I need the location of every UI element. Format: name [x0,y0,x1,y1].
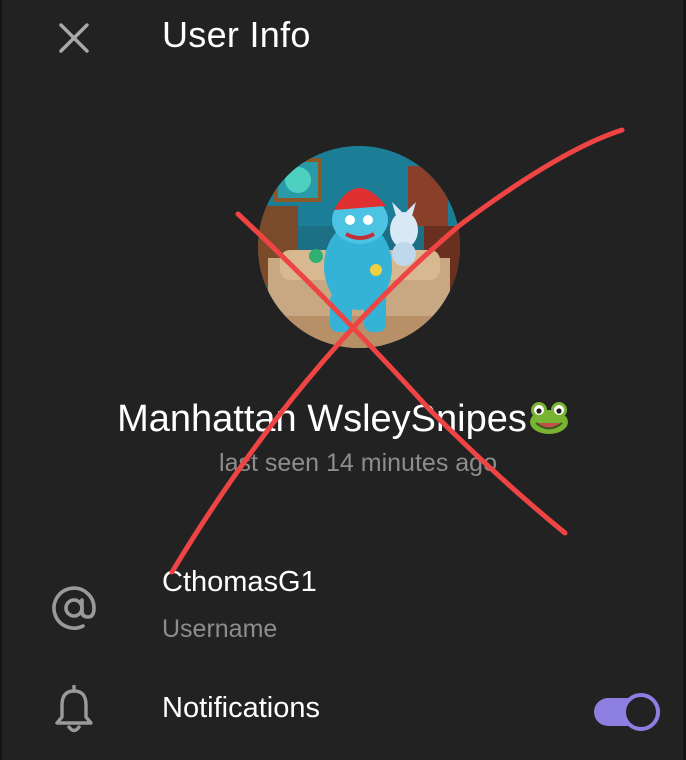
page-title: User Info [162,14,311,55]
profile-name: Manhattan WsleySnipes [117,398,527,440]
toggle-knob [622,693,660,731]
close-icon [59,23,89,53]
header-bar: User Info [0,0,686,80]
close-button[interactable] [52,16,96,60]
user-info-screen: User Info Manhattan WsleySnipes last see… [0,0,686,760]
bell-icon [50,684,98,736]
avatar-image [258,146,460,348]
red-cross-overlay [169,127,625,575]
avatar[interactable] [258,146,460,348]
at-sign-icon [48,582,100,634]
frog-face-icon [529,401,569,445]
username-value[interactable]: CthomasG1 [162,566,317,599]
last-seen-status: last seen 14 minutes ago [219,449,497,477]
username-label: Username [162,615,278,643]
profile-name-row: Manhattan WsleySnipes [0,398,686,445]
notifications-toggle[interactable] [594,692,662,732]
left-edge [0,0,2,760]
notifications-label: Notifications [162,692,320,724]
